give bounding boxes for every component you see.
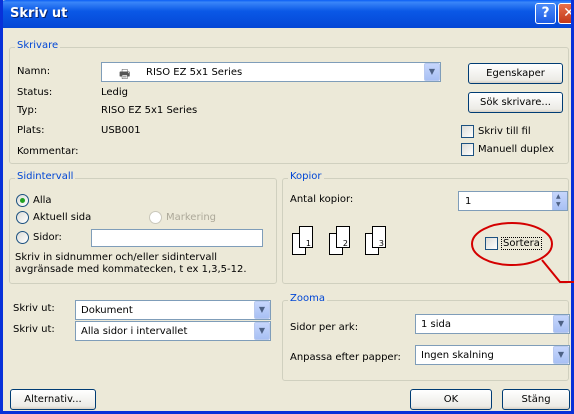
highlight-pointer-line — [541, 259, 574, 283]
highlight-circle — [471, 222, 553, 266]
highlight-annotation — [471, 222, 574, 283]
